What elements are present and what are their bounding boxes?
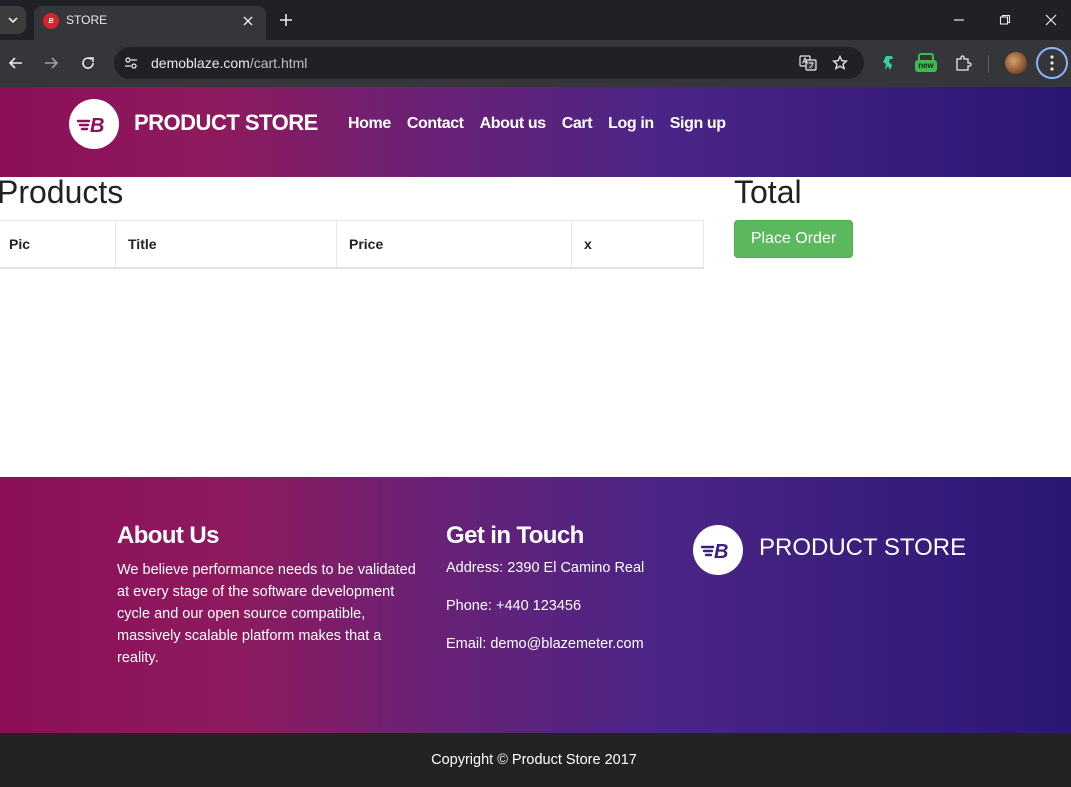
nav-link-cart[interactable]: Cart <box>562 115 593 133</box>
table-header-row: Pic Title Price x <box>0 220 704 269</box>
arrow-right-icon <box>45 57 59 69</box>
nav-link-log-in[interactable]: Log in <box>608 115 654 133</box>
url-path: /cart.html <box>249 55 308 71</box>
store-favicon-icon: B <box>43 13 59 29</box>
chevron-down-icon <box>8 17 18 24</box>
site-info-button[interactable] <box>120 52 142 74</box>
site-navbar: B PRODUCT STORE Home Contact About us Ca… <box>0 87 1071 177</box>
total-heading: Total <box>734 174 802 210</box>
nav-links: Home Contact About us Cart Log in Sign u… <box>348 115 742 133</box>
place-order-button[interactable]: Place Order <box>734 220 853 258</box>
tab-close-button[interactable] <box>238 11 258 31</box>
puzzle-icon <box>956 55 972 71</box>
minimize-button[interactable] <box>947 8 971 32</box>
tab-title: STORE <box>66 13 108 27</box>
contact-phone: Phone: +440 123456 <box>446 598 582 614</box>
extensions-button[interactable] <box>952 52 974 74</box>
address-bar[interactable]: demoblaze.com/cart.html <box>114 47 864 79</box>
svg-text:B: B <box>90 115 104 135</box>
url-domain: demoblaze.com <box>151 55 250 71</box>
contact-email: Email: demo@blazemeter.com <box>446 636 644 652</box>
url-text[interactable]: demoblaze.com/cart.html <box>151 55 307 71</box>
close-icon <box>1045 14 1057 26</box>
contact-address: Address: 2390 El Camino Real <box>446 560 645 576</box>
nav-link-about-us[interactable]: About us <box>480 115 547 133</box>
nav-link-sign-up[interactable]: Sign up <box>670 115 726 133</box>
more-vertical-icon <box>1050 55 1054 71</box>
site-footer: About Us We believe performance needs to… <box>0 477 1071 733</box>
extension-dino-button[interactable] <box>878 52 900 74</box>
new-extension-badge[interactable]: new <box>915 60 937 72</box>
plus-icon <box>280 14 292 26</box>
forward-button[interactable] <box>40 52 62 74</box>
footer-brand-name: PRODUCT STORE <box>759 534 967 561</box>
close-icon <box>243 16 253 26</box>
products-heading: Products <box>0 174 124 210</box>
column-header-price: Price <box>336 220 572 269</box>
column-header-title: Title <box>115 220 337 269</box>
translate-icon <box>799 55 817 71</box>
copyright-bar: Copyright © Product Store 2017 <box>0 733 1071 787</box>
copyright-text: Copyright © Product Store 2017 <box>431 752 637 768</box>
browser-toolbar: demoblaze.com/cart.html new <box>0 40 1071 87</box>
blazemeter-logo-icon: B <box>700 541 728 561</box>
get-in-touch-heading: Get in Touch <box>446 522 584 549</box>
star-icon <box>832 55 848 70</box>
reload-button[interactable] <box>77 52 99 74</box>
close-window-button[interactable] <box>1039 8 1063 32</box>
cart-table: Pic Title Price x <box>0 220 704 269</box>
column-header-delete: x <box>571 220 704 269</box>
about-us-text: We believe performance needs to be valid… <box>117 562 416 666</box>
restore-button[interactable] <box>993 8 1017 32</box>
new-extension-icon[interactable] <box>918 53 934 60</box>
bookmark-button[interactable] <box>829 52 851 74</box>
nav-link-contact[interactable]: Contact <box>407 115 464 133</box>
about-us-heading: About Us <box>117 522 219 549</box>
toolbar-divider <box>988 55 989 73</box>
active-tab[interactable]: B STORE <box>34 6 266 40</box>
back-button[interactable] <box>5 52 27 74</box>
translate-button[interactable] <box>797 52 819 74</box>
blazemeter-logo-icon: B <box>76 115 104 135</box>
svg-text:B: B <box>714 541 728 561</box>
reload-icon <box>82 57 94 69</box>
brand-name[interactable]: PRODUCT STORE <box>134 110 318 136</box>
brand-logo[interactable]: B <box>69 99 119 149</box>
tab-search-button[interactable] <box>0 6 26 34</box>
footer-logo: B <box>693 525 743 575</box>
column-header-pic: Pic <box>0 220 116 269</box>
tune-icon <box>125 57 137 69</box>
dinosaur-extension-icon <box>883 56 893 70</box>
restore-icon <box>999 14 1011 25</box>
browser-menu-button[interactable] <box>1036 47 1068 79</box>
new-tab-button[interactable] <box>276 10 296 30</box>
browser-tab-strip: B STORE <box>0 0 1071 40</box>
profile-avatar[interactable] <box>1005 52 1027 74</box>
arrow-left-icon <box>8 57 22 69</box>
nav-link-home[interactable]: Home <box>348 115 391 133</box>
minimize-icon <box>954 19 964 21</box>
